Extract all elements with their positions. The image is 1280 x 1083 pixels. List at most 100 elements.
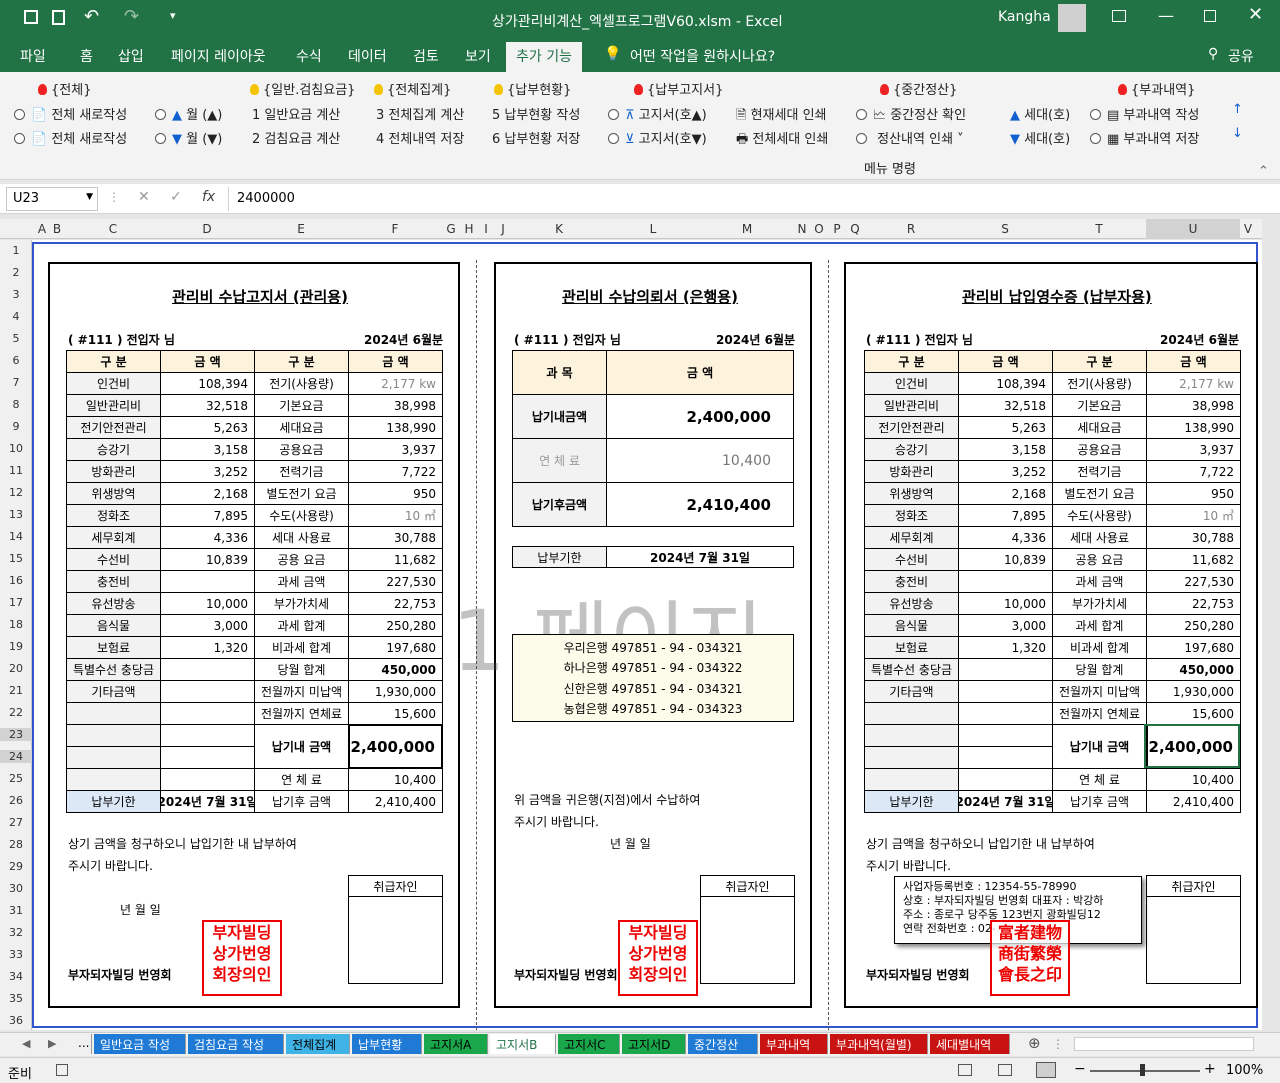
row-header[interactable]: 7 xyxy=(0,376,32,389)
summary-calc-button[interactable]: 3 전체집계 계산 xyxy=(376,104,464,123)
column-header[interactable]: O xyxy=(810,222,828,236)
column-header[interactable]: S xyxy=(958,222,1052,236)
worksheet[interactable]: 관리비 수납고지서 (관리용) ( #111 ) 전입자 님 2024년 6월분… xyxy=(32,240,1262,1030)
column-header[interactable]: P xyxy=(828,222,846,236)
sheet-tab[interactable]: 부과내역(월별) xyxy=(830,1034,928,1054)
new-all-button-2[interactable]: 📄 전체 새로작성 xyxy=(14,128,127,147)
name-box[interactable]: U23 ▼ xyxy=(6,187,98,211)
tell-me-input[interactable]: 어떤 작업을 원하시나요? xyxy=(630,46,775,66)
sheet-tab[interactable]: 전체집계 xyxy=(286,1034,350,1054)
tab-scroll-right-icon[interactable]: ▶ xyxy=(48,1037,56,1050)
row-header[interactable]: 19 xyxy=(0,640,32,653)
column-header[interactable]: R xyxy=(864,222,958,236)
column-header[interactable]: Q xyxy=(846,222,864,236)
row-header[interactable]: 1 xyxy=(0,244,32,257)
sheet-tab[interactable]: ... xyxy=(72,1034,92,1054)
chevron-down-icon[interactable]: ▼ xyxy=(86,192,93,202)
row-header[interactable]: 30 xyxy=(0,882,32,895)
zoom-slider[interactable] xyxy=(1090,1070,1200,1072)
sheet-tab[interactable]: 일반요금 작성 xyxy=(94,1034,186,1054)
sheet-tab[interactable]: 고지서B xyxy=(490,1034,556,1054)
unit-down-button[interactable]: ▼ 세대(호) xyxy=(1010,128,1070,147)
general-calc-button[interactable]: 1 일반요금 계산 xyxy=(252,104,340,123)
row-header[interactable]: 8 xyxy=(0,398,32,411)
row-header[interactable]: 4 xyxy=(0,310,32,323)
formula-input[interactable]: 2400000 xyxy=(228,187,1272,211)
close-icon[interactable]: ✕ xyxy=(1248,4,1263,25)
sheet-tab[interactable]: 중간정산 xyxy=(688,1034,758,1054)
column-header[interactable]: G xyxy=(442,222,460,236)
row-header[interactable]: 31 xyxy=(0,904,32,917)
row-header[interactable]: 10 xyxy=(0,442,32,455)
column-header[interactable]: D xyxy=(160,222,254,236)
row-header[interactable]: 35 xyxy=(0,992,32,1005)
zoom-in-button[interactable]: + xyxy=(1204,1061,1216,1077)
ribbon-scroll-up-icon[interactable]: ↑ xyxy=(1232,102,1243,117)
row-header[interactable]: 33 xyxy=(0,948,32,961)
row-header[interactable]: 16 xyxy=(0,574,32,587)
meter-calc-button[interactable]: 2 검침요금 계산 xyxy=(252,128,340,147)
column-header[interactable]: V xyxy=(1240,222,1256,236)
column-header[interactable]: A xyxy=(36,222,48,236)
row-header[interactable]: 6 xyxy=(0,354,32,367)
row-header[interactable]: 15 xyxy=(0,552,32,565)
user-name[interactable]: Kangha xyxy=(998,9,1051,25)
column-header[interactable]: M xyxy=(700,222,794,236)
column-header[interactable]: L xyxy=(606,222,700,236)
column-header[interactable]: F xyxy=(348,222,442,236)
column-header[interactable]: J xyxy=(494,222,512,236)
row-header[interactable]: 22 xyxy=(0,706,32,719)
row-header[interactable]: 2 xyxy=(0,266,32,279)
row-header[interactable]: 32 xyxy=(0,926,32,939)
interim-print-button[interactable]: 정산내역 인쇄 ˅ xyxy=(856,128,964,147)
tab-home[interactable]: 홈 xyxy=(80,46,93,66)
print-preview-icon[interactable] xyxy=(52,10,65,25)
month-up-button[interactable]: ▲ 월 (▲) xyxy=(155,104,222,123)
payment-create-button[interactable]: 5 납부현황 작성 xyxy=(492,104,580,123)
billing-create-button[interactable]: ▤ 부과내역 작성 xyxy=(1090,104,1199,123)
save-icon[interactable] xyxy=(24,10,38,24)
tab-file[interactable]: 파일 xyxy=(20,46,46,66)
interim-check-button[interactable]: 🗠 중간정산 확인 xyxy=(856,104,966,128)
column-header[interactable]: H xyxy=(460,222,478,236)
function-icon[interactable]: fx xyxy=(202,189,215,205)
row-header[interactable]: 18 xyxy=(0,618,32,631)
sheet-tab[interactable]: 고지서C xyxy=(558,1034,620,1054)
minimize-icon[interactable]: — xyxy=(1158,6,1174,25)
collapse-ribbon-icon[interactable]: ⌃ xyxy=(1258,164,1269,179)
column-header[interactable]: B xyxy=(50,222,64,236)
notice-down-button[interactable]: ⊻ 고지서(호▼) xyxy=(608,128,707,147)
row-header[interactable]: 13 xyxy=(0,508,32,521)
tab-add-ins[interactable]: 추가 기능 xyxy=(506,42,582,72)
sheet-tab[interactable]: 납부현황 xyxy=(352,1034,422,1054)
tab-review[interactable]: 검토 xyxy=(413,46,439,66)
month-down-button[interactable]: ▼ 월 (▼) xyxy=(155,128,222,147)
macro-record-icon[interactable] xyxy=(56,1064,68,1076)
sheet-tab[interactable]: 세대별내역 xyxy=(930,1034,1010,1054)
sheet-tab[interactable]: 고지서A xyxy=(424,1034,488,1054)
row-header[interactable]: 26 xyxy=(0,794,32,807)
enter-icon[interactable]: ✓ xyxy=(170,189,182,205)
print-current-button[interactable]: 🗎 현재세대 인쇄 xyxy=(736,104,827,128)
row-header[interactable]: 24 xyxy=(0,750,32,763)
row-header[interactable]: 3 xyxy=(0,288,32,301)
customize-qat-icon[interactable]: ▾ xyxy=(170,9,176,22)
zoom-slider-thumb[interactable] xyxy=(1140,1064,1145,1076)
tab-view[interactable]: 보기 xyxy=(465,46,491,66)
row-header[interactable]: 23 xyxy=(0,728,32,741)
undo-icon[interactable]: ↶ xyxy=(84,6,99,27)
column-header[interactable]: I xyxy=(478,222,494,236)
payment-save-button[interactable]: 6 납부현황 저장 xyxy=(492,128,580,147)
page-layout-view-icon[interactable] xyxy=(998,1064,1012,1076)
print-all-button[interactable]: 🖶 전체세대 인쇄 xyxy=(736,128,828,152)
tab-page-layout[interactable]: 페이지 레이아웃 xyxy=(171,46,266,66)
row-header[interactable]: 27 xyxy=(0,816,32,829)
tab-data[interactable]: 데이터 xyxy=(348,46,387,66)
tab-formulas[interactable]: 수식 xyxy=(296,46,322,66)
row-header[interactable]: 9 xyxy=(0,420,32,433)
zoom-level[interactable]: 100% xyxy=(1226,1063,1263,1078)
column-header[interactable]: E xyxy=(254,222,348,236)
maximize-icon[interactable] xyxy=(1204,10,1216,22)
tab-insert[interactable]: 삽입 xyxy=(118,46,144,66)
unit-up-button[interactable]: ▲ 세대(호) xyxy=(1010,104,1070,123)
